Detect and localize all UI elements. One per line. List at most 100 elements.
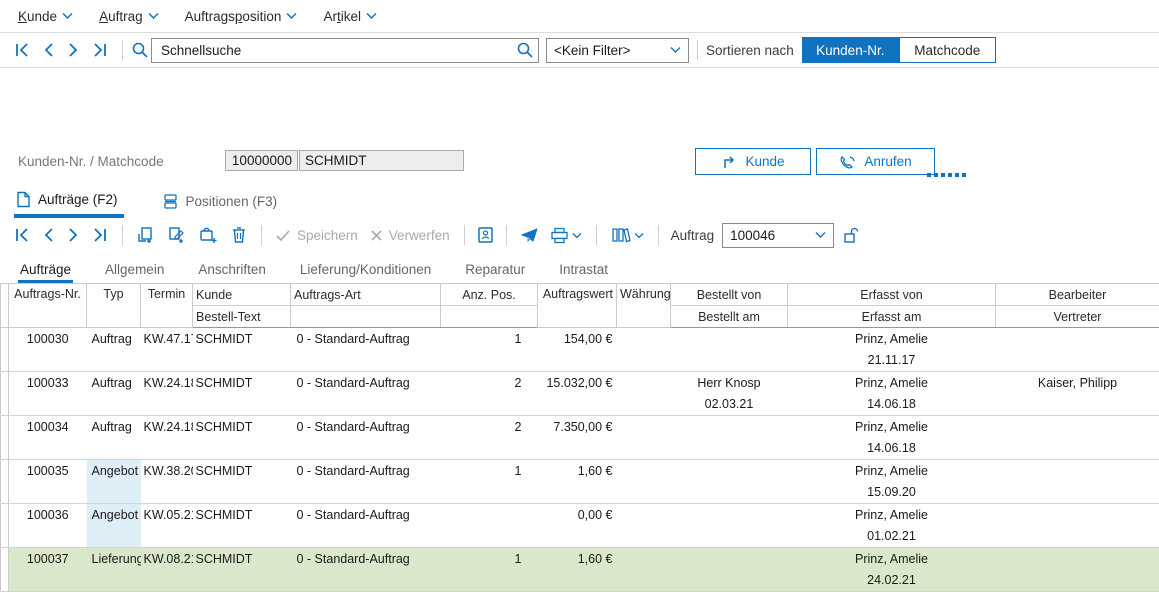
cell-termin[interactable]: KW.24.18 [141,372,193,416]
cell-erfasst[interactable]: Prinz, Amelie14.06.18 [788,416,996,460]
cell-bearbeiter[interactable]: Kaiser, Philipp [996,372,1159,416]
cell-auftrags-nr[interactable]: 100036 [9,504,87,548]
cell-kunde[interactable]: SCHMIDT [193,504,291,548]
new-basket-icon[interactable] [199,226,218,244]
header-bestellt-am[interactable]: Bestellt am [671,306,788,328]
row-gutter[interactable] [1,328,9,372]
cell-bestellt[interactable] [671,328,788,372]
previous-record-icon[interactable] [42,227,56,243]
cell-kunde[interactable]: SCHMIDT [193,416,291,460]
cell-auftrags-nr[interactable]: 100037 [9,548,87,592]
cell-termin[interactable]: KW.24.18 [141,416,193,460]
customer-number-field[interactable]: 10000000 [225,150,298,171]
table-row[interactable]: 100036 Angebot KW.05.21 SCHMIDT 0 - Stan… [1,504,1159,548]
cell-anz-pos[interactable]: 2 [441,416,538,460]
cell-waehrung[interactable] [617,504,671,548]
cell-waehrung[interactable] [617,372,671,416]
cell-auftrags-nr[interactable]: 100033 [9,372,87,416]
cell-termin[interactable]: KW.47.17 [141,328,193,372]
cell-erfasst[interactable]: Prinz, Amelie15.09.20 [788,460,996,504]
row-gutter[interactable] [1,548,9,592]
header-typ[interactable]: Typ [87,284,141,328]
row-gutter[interactable] [1,416,9,460]
header-auftrags-art[interactable]: Auftrags-Art [291,284,441,306]
cell-anz-pos[interactable]: 1 [441,328,538,372]
cell-auftrags-nr[interactable]: 100030 [9,328,87,372]
cell-bearbeiter[interactable] [996,416,1159,460]
first-record-icon[interactable] [14,42,32,58]
cell-auftragswert[interactable]: 15.032,00 € [538,372,617,416]
cell-kunde[interactable]: SCHMIDT [193,372,291,416]
last-record-icon[interactable] [90,42,108,58]
subtab-intrastat[interactable]: Intrastat [557,262,610,283]
cell-auftrags-art[interactable]: 0 - Standard-Auftrag [291,504,441,548]
header-anz-pos[interactable]: Anz. Pos. [441,284,538,306]
subtab-anschriften[interactable]: Anschriften [196,262,268,283]
copy-record-icon[interactable] [168,226,186,244]
cell-termin[interactable]: KW.38.20 [141,460,193,504]
cell-auftrags-art[interactable]: 0 - Standard-Auftrag [291,416,441,460]
print-button[interactable] [550,227,582,244]
subtab-lieferung-konditionen[interactable]: Lieferung/Konditionen [298,262,433,283]
cell-auftragswert[interactable]: 154,00 € [538,328,617,372]
cell-bearbeiter[interactable] [996,328,1159,372]
search-icon[interactable] [131,41,149,59]
cell-termin[interactable]: KW.05.21 [141,504,193,548]
save-button[interactable]: Speichern [276,228,358,243]
cell-auftrags-art[interactable]: 0 - Standard-Auftrag [291,372,441,416]
cell-typ[interactable]: Auftrag [87,416,141,460]
header-waehrung[interactable]: Währung [617,284,671,328]
tab-positionen-f3[interactable]: Positionen (F3) [160,186,284,218]
kunde-button[interactable]: Kunde [695,148,811,175]
cell-bearbeiter[interactable] [996,548,1159,592]
cell-waehrung[interactable] [617,328,671,372]
menu-auftrag[interactable]: Auftrag [99,9,159,24]
send-icon[interactable] [520,227,539,244]
cell-erfasst[interactable]: Prinz, Amelie14.06.18 [788,372,996,416]
row-gutter[interactable] [1,504,9,548]
cell-auftrags-art[interactable]: 0 - Standard-Auftrag [291,548,441,592]
menu-auftragsposition[interactable]: Auftragsposition [185,9,298,24]
cell-typ[interactable]: Angebot [87,504,141,548]
first-record-icon[interactable] [14,227,32,243]
discard-button[interactable]: Verwerfen [370,228,450,243]
cell-typ[interactable]: Lieferung [87,548,141,592]
cell-waehrung[interactable] [617,460,671,504]
header-erfasst-von[interactable]: Erfasst von [788,284,996,306]
trash-icon[interactable] [231,226,247,244]
magnifier-icon[interactable] [516,41,534,59]
filter-dropdown[interactable]: <Kein Filter> [546,38,689,63]
header-bestell-text[interactable]: Bestell-Text [193,306,291,328]
cell-anz-pos[interactable]: 1 [441,460,538,504]
auftrag-dropdown[interactable]: 100046 [722,223,834,248]
header-auftragswert[interactable]: Auftragswert [538,284,617,328]
header-auftrags-nr[interactable]: Auftrags-Nr. [9,284,87,328]
cell-anz-pos[interactable]: 1 [441,548,538,592]
next-record-icon[interactable] [66,42,80,58]
cell-waehrung[interactable] [617,548,671,592]
table-row[interactable]: 100035 Angebot KW.38.20 SCHMIDT 0 - Stan… [1,460,1159,504]
cell-bestellt[interactable] [671,548,788,592]
header-bearbeiter[interactable]: Bearbeiter [996,284,1159,306]
row-gutter[interactable] [1,460,9,504]
cell-bestellt[interactable]: Herr Knosp02.03.21 [671,372,788,416]
previous-record-icon[interactable] [42,42,56,58]
grip-dots[interactable] [927,173,966,177]
last-record-icon[interactable] [90,227,108,243]
cell-anz-pos[interactable] [441,504,538,548]
cell-bestellt[interactable] [671,460,788,504]
header-erfasst-am[interactable]: Erfasst am [788,306,996,328]
cell-typ[interactable]: Auftrag [87,328,141,372]
reports-button[interactable] [611,226,644,244]
cell-typ[interactable]: Angebot [87,460,141,504]
table-row-selected[interactable]: 100037 Lieferung KW.08.21 SCHMIDT 0 - St… [1,548,1159,592]
unlock-icon[interactable] [843,226,859,244]
cell-auftrags-art[interactable]: 0 - Standard-Auftrag [291,328,441,372]
new-record-icon[interactable] [137,226,155,244]
row-gutter[interactable] [1,372,9,416]
table-row[interactable]: 100030 Auftrag KW.47.17 SCHMIDT 0 - Stan… [1,328,1159,372]
cell-auftrags-nr[interactable]: 100034 [9,416,87,460]
cell-kunde[interactable]: SCHMIDT [193,460,291,504]
cell-erfasst[interactable]: Prinz, Amelie24.02.21 [788,548,996,592]
cell-anz-pos[interactable]: 2 [441,372,538,416]
